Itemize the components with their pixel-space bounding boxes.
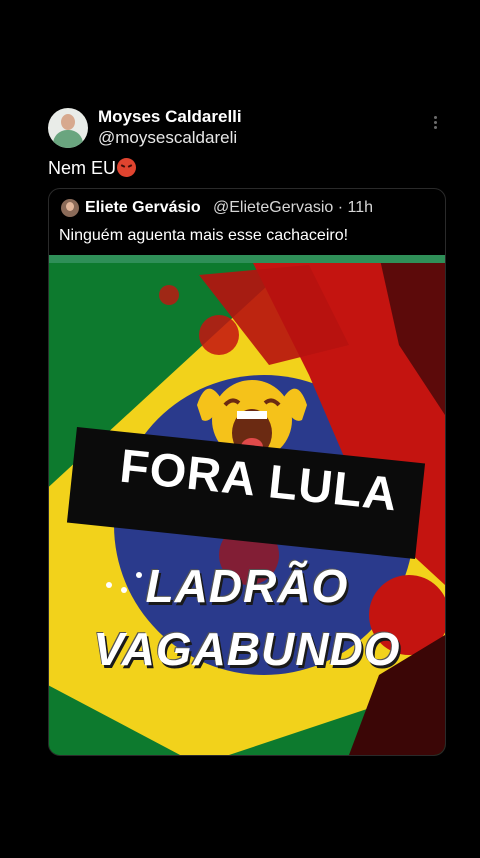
tweet-text-content: Nem EU — [48, 158, 117, 178]
quoted-author-avatar — [61, 199, 79, 217]
quoted-tweet-text: Ninguém aguenta mais esse cachaceiro! — [59, 227, 349, 244]
image-top-stripe — [49, 255, 445, 263]
more-options-icon[interactable] — [432, 116, 438, 132]
quoted-author-meta: @ElieteGervasio · 11h — [213, 199, 374, 216]
author-name[interactable]: Moyses Caldarelli — [98, 107, 242, 127]
author-handle[interactable]: @moysescaldareli — [98, 128, 237, 148]
tweet-text: Nem EU — [48, 158, 137, 179]
quoted-tweet-image[interactable]: FORA LULA LADRÃO VAGABUNDO — [49, 255, 445, 755]
image-text-line1: LADRÃO — [145, 560, 349, 612]
angry-face-emoji — [117, 158, 137, 177]
avatar-shirt — [53, 130, 83, 148]
quoted-tweet[interactable]: Eliete Gervásio @ElieteGervasio · 11h Ni… — [48, 188, 446, 756]
avatar-head — [61, 114, 75, 130]
author-avatar[interactable] — [48, 108, 88, 148]
image-text-line2: VAGABUNDO — [93, 623, 401, 675]
quoted-author-name: Eliete Gervásio — [85, 199, 201, 216]
